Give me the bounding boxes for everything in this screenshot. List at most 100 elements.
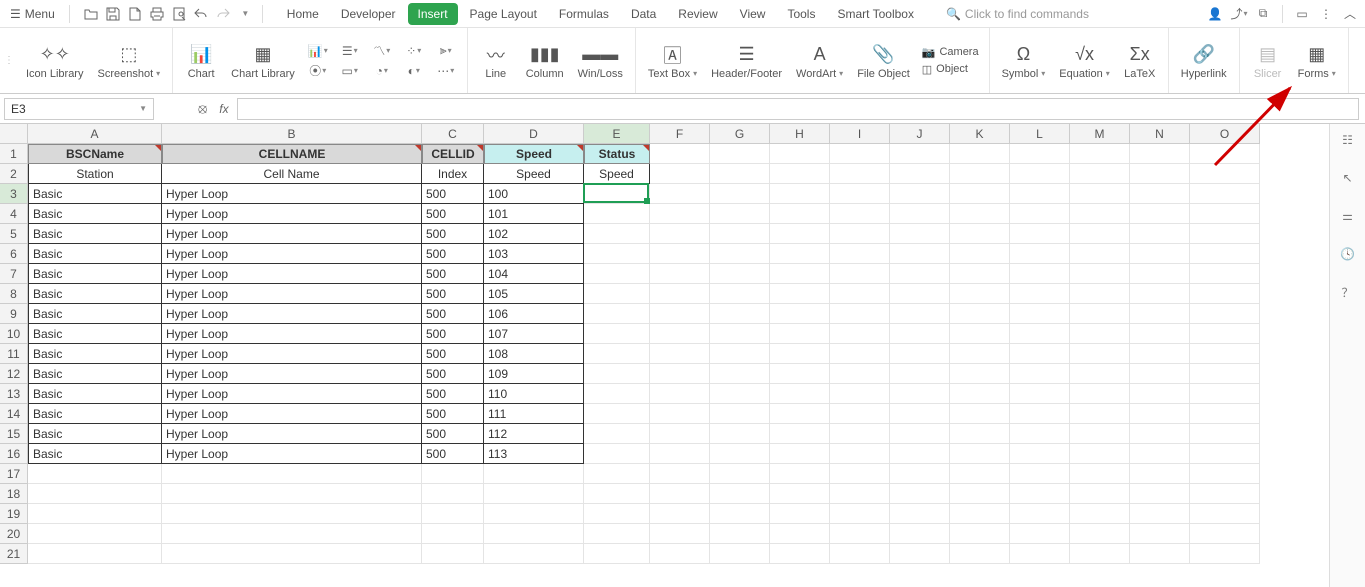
cell[interactable] [830, 364, 890, 384]
cell[interactable] [1130, 404, 1190, 424]
column-header[interactable]: O [1190, 124, 1260, 144]
cell[interactable] [1190, 324, 1260, 344]
cell[interactable]: 500 [422, 344, 484, 364]
cell[interactable]: Basic [28, 324, 162, 344]
cell[interactable]: Cell Name [162, 164, 422, 184]
cell[interactable] [650, 404, 710, 424]
cell[interactable] [830, 324, 890, 344]
chart-type-8[interactable]: ◐▾ [401, 62, 427, 80]
cell[interactable] [770, 284, 830, 304]
cell[interactable]: Hyper Loop [162, 424, 422, 444]
cell[interactable] [584, 524, 650, 544]
cell[interactable]: 500 [422, 244, 484, 264]
cell[interactable] [890, 164, 950, 184]
cell[interactable]: 500 [422, 444, 484, 464]
cell[interactable] [1190, 444, 1260, 464]
cell[interactable] [950, 244, 1010, 264]
forms-button[interactable]: ▦Forms▾ [1292, 40, 1342, 82]
chart-library-button[interactable]: ▦ Chart Library [225, 40, 301, 82]
cell[interactable]: Basic [28, 404, 162, 424]
cell[interactable]: CELLID [422, 144, 484, 164]
print-preview-icon[interactable] [170, 5, 188, 23]
cell[interactable] [890, 364, 950, 384]
cell[interactable] [950, 484, 1010, 504]
cell[interactable] [770, 364, 830, 384]
tab-tools[interactable]: Tools [777, 3, 825, 25]
column-header[interactable]: F [650, 124, 710, 144]
cell[interactable] [1130, 164, 1190, 184]
cell[interactable]: 108 [484, 344, 584, 364]
cell[interactable]: Basic [28, 284, 162, 304]
panel-toggle-icon[interactable]: ▭ [1291, 3, 1313, 25]
column-header[interactable]: M [1070, 124, 1130, 144]
cell[interactable] [1190, 304, 1260, 324]
cell[interactable] [890, 264, 950, 284]
cell[interactable]: Hyper Loop [162, 384, 422, 404]
cell[interactable]: 101 [484, 204, 584, 224]
cell[interactable] [1190, 264, 1260, 284]
cell[interactable] [710, 364, 770, 384]
row-header[interactable]: 19 [0, 504, 28, 524]
latex-button[interactable]: ΣxLaTeX [1118, 40, 1162, 82]
cell[interactable] [1190, 144, 1260, 164]
cell[interactable]: Basic [28, 244, 162, 264]
cell[interactable] [710, 304, 770, 324]
cell[interactable] [1070, 284, 1130, 304]
cell[interactable] [1070, 464, 1130, 484]
row-header[interactable]: 10 [0, 324, 28, 344]
cell[interactable] [650, 304, 710, 324]
cell[interactable]: Basic [28, 424, 162, 444]
cell[interactable] [710, 384, 770, 404]
open-icon[interactable] [82, 5, 100, 23]
column-header[interactable]: K [950, 124, 1010, 144]
cell[interactable] [584, 344, 650, 364]
cell[interactable]: Hyper Loop [162, 224, 422, 244]
cell[interactable] [950, 144, 1010, 164]
redo-icon[interactable] [214, 5, 232, 23]
cell[interactable]: 500 [422, 424, 484, 444]
cell[interactable] [1130, 424, 1190, 444]
cell[interactable] [650, 484, 710, 504]
cell[interactable] [584, 324, 650, 344]
cell[interactable] [950, 324, 1010, 344]
cell[interactable] [584, 444, 650, 464]
cell[interactable] [890, 344, 950, 364]
cell[interactable] [950, 224, 1010, 244]
row-header[interactable]: 2 [0, 164, 28, 184]
cell[interactable] [1070, 244, 1130, 264]
cancel-fx-icon[interactable]: ⦻ [198, 100, 207, 117]
collapse-ribbon-icon[interactable]: ︿ [1339, 3, 1361, 25]
cell[interactable] [1070, 404, 1130, 424]
cell[interactable] [770, 164, 830, 184]
cell[interactable]: 109 [484, 364, 584, 384]
cell[interactable] [1130, 264, 1190, 284]
cell[interactable] [710, 284, 770, 304]
cell[interactable] [950, 304, 1010, 324]
save-icon[interactable] [104, 5, 122, 23]
cell[interactable] [950, 424, 1010, 444]
ribbon-handle[interactable]: ⋮ [4, 28, 14, 93]
row-header[interactable]: 15 [0, 424, 28, 444]
cell[interactable] [710, 164, 770, 184]
cell[interactable]: Hyper Loop [162, 364, 422, 384]
cell[interactable] [1190, 464, 1260, 484]
help-panel-icon[interactable]: ？ [1338, 282, 1358, 302]
cell[interactable]: 107 [484, 324, 584, 344]
row-header[interactable]: 7 [0, 264, 28, 284]
cell[interactable] [584, 204, 650, 224]
cell[interactable]: 106 [484, 304, 584, 324]
user-add-icon[interactable]: 👤 [1204, 3, 1226, 25]
cell[interactable] [830, 264, 890, 284]
cell[interactable] [950, 544, 1010, 564]
cell[interactable] [28, 524, 162, 544]
cell[interactable] [1010, 364, 1070, 384]
chart-type-2[interactable]: ⦿▾ [305, 62, 331, 80]
row-header[interactable]: 16 [0, 444, 28, 464]
cell[interactable] [422, 524, 484, 544]
cell[interactable] [950, 444, 1010, 464]
cell[interactable] [950, 264, 1010, 284]
tab-home[interactable]: Home [277, 3, 329, 25]
cell[interactable] [1190, 184, 1260, 204]
cell[interactable]: Basic [28, 184, 162, 204]
tab-smart-toolbox[interactable]: Smart Toolbox [827, 3, 923, 25]
